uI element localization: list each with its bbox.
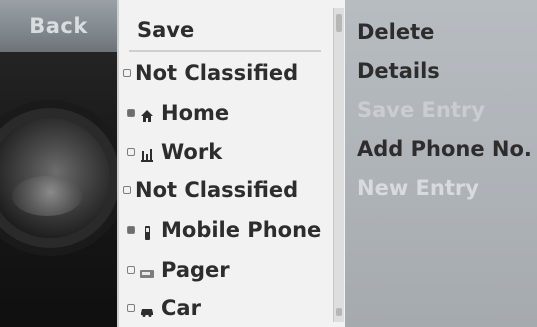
back-button[interactable]: Back — [0, 0, 117, 52]
menu-item-delete[interactable]: Delete — [357, 14, 533, 50]
list-item-work[interactable]: Work — [127, 133, 342, 171]
phonebook-screen: Back Save Not Classified Home Work Not C… — [0, 0, 537, 327]
menu-item-label: Delete — [357, 20, 435, 44]
menu-item-add-phone-no[interactable]: Add Phone No. — [357, 131, 533, 167]
scrollbar-end-marker — [336, 308, 342, 316]
bullet-outline-icon — [123, 186, 131, 194]
list-item-pager[interactable]: Pager — [127, 251, 342, 289]
house-icon — [139, 105, 155, 122]
list-item-car[interactable]: Car — [127, 289, 342, 327]
menu-item-label: Add Phone No. — [357, 137, 532, 161]
menu-item-label: Details — [357, 59, 440, 83]
list-item-mobile-phone[interactable]: Mobile Phone — [127, 211, 342, 249]
list-scrollbar[interactable] — [333, 8, 344, 322]
list-item-label: Not Classified — [135, 178, 299, 202]
back-button-label: Back — [29, 14, 88, 38]
list-item-label: Not Classified — [135, 61, 299, 85]
list-item-label: Work — [161, 140, 223, 164]
menu-item-label: Save Entry — [357, 98, 485, 122]
save-button[interactable]: Save — [119, 8, 331, 52]
list-item-not-classified-1[interactable]: Not Classified — [123, 54, 338, 92]
list-item-home[interactable]: Home — [127, 94, 342, 132]
options-menu: Delete Details Save Entry Add Phone No. … — [345, 0, 537, 327]
menu-item-label: New Entry — [357, 176, 479, 200]
list-item-not-classified-2[interactable]: Not Classified — [123, 171, 338, 209]
bullet-outline-icon — [127, 266, 135, 274]
save-button-label: Save — [137, 18, 195, 42]
menu-item-new-entry: New Entry — [357, 170, 533, 206]
bullet-outline-icon — [123, 69, 131, 77]
bullet-filled-icon — [127, 226, 135, 234]
left-panel: Back — [0, 0, 117, 327]
car-icon — [139, 300, 155, 317]
menu-item-details[interactable]: Details — [357, 53, 533, 89]
list-item-label: Car — [161, 296, 201, 320]
scrollbar-thumb[interactable] — [336, 14, 342, 32]
mobile-phone-icon — [139, 222, 155, 240]
bullet-filled-icon — [127, 109, 135, 117]
controller-knob-image — [0, 118, 110, 238]
bullet-outline-icon — [127, 148, 135, 156]
category-list: Save Not Classified Home Work Not Classi… — [117, 0, 345, 327]
list-item-label: Pager — [161, 258, 230, 282]
controller-knob-center — [12, 176, 82, 216]
list-item-label: Home — [161, 101, 230, 125]
menu-item-save-entry: Save Entry — [357, 92, 533, 128]
list-item-label: Mobile Phone — [161, 218, 322, 242]
bullet-outline-icon — [127, 304, 135, 312]
pager-icon — [139, 262, 155, 278]
briefcase-icon — [139, 144, 155, 162]
